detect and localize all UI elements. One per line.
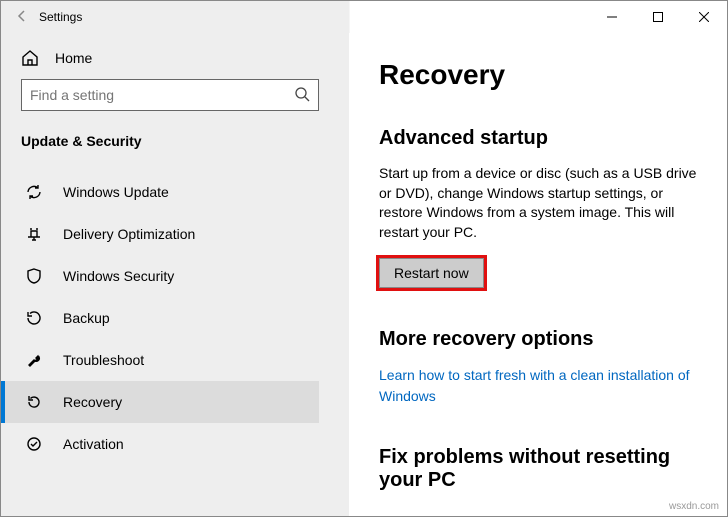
- sidebar-item-label: Windows Update: [63, 184, 169, 200]
- watermark: wsxdn.com: [669, 501, 719, 512]
- backup-icon: [25, 309, 43, 327]
- section-advanced-startup: Advanced startup Start up from a device …: [379, 127, 699, 288]
- sidebar-item-backup[interactable]: Backup: [1, 297, 319, 339]
- page-title: Recovery: [379, 59, 699, 91]
- section-heading: More recovery options: [379, 328, 699, 351]
- search-input[interactable]: [30, 87, 294, 103]
- sync-icon: [25, 183, 43, 201]
- delivery-icon: [25, 225, 43, 243]
- search-box[interactable]: [21, 79, 319, 111]
- sidebar-item-troubleshoot[interactable]: Troubleshoot: [1, 339, 319, 381]
- sidebar-item-label: Windows Security: [63, 268, 174, 284]
- wrench-icon: [25, 351, 43, 369]
- sidebar: Home Update & Security Windows Update: [1, 33, 349, 516]
- sidebar-item-windows-security[interactable]: Windows Security: [1, 255, 319, 297]
- section-body: Start up from a device or disc (such as …: [379, 164, 699, 242]
- sidebar-item-label: Backup: [63, 310, 110, 326]
- category-title: Update & Security: [21, 133, 319, 149]
- sidebar-item-label: Activation: [63, 436, 124, 452]
- sidebar-item-recovery[interactable]: Recovery: [1, 381, 319, 423]
- titlebar: Settings: [1, 1, 727, 33]
- close-button[interactable]: [681, 1, 727, 33]
- sidebar-item-label: Troubleshoot: [63, 352, 144, 368]
- section-more-recovery-options: More recovery options Learn how to start…: [379, 328, 699, 406]
- sidebar-item-label: Delivery Optimization: [63, 226, 195, 242]
- home-icon: [21, 49, 39, 67]
- content-pane: Recovery Advanced startup Start up from …: [349, 33, 727, 516]
- back-icon[interactable]: [15, 9, 29, 26]
- sidebar-item-windows-update[interactable]: Windows Update: [1, 171, 319, 213]
- sidebar-item-label: Recovery: [63, 394, 122, 410]
- section-fix-problems: Fix problems without resetting your PC: [379, 446, 699, 492]
- section-heading: Advanced startup: [379, 127, 699, 150]
- search-icon: [294, 86, 310, 105]
- start-fresh-link[interactable]: Learn how to start fresh with a clean in…: [379, 365, 699, 406]
- shield-icon: [25, 267, 43, 285]
- window-title: Settings: [39, 10, 82, 24]
- home-label: Home: [55, 50, 92, 66]
- maximize-button[interactable]: [635, 1, 681, 33]
- window-controls: [589, 1, 727, 33]
- home-nav[interactable]: Home: [21, 41, 319, 79]
- section-heading: Fix problems without resetting your PC: [379, 446, 699, 492]
- recovery-icon: [25, 393, 43, 411]
- sidebar-item-delivery-optimization[interactable]: Delivery Optimization: [1, 213, 319, 255]
- sidebar-item-activation[interactable]: Activation: [1, 423, 319, 465]
- minimize-button[interactable]: [589, 1, 635, 33]
- activation-icon: [25, 435, 43, 453]
- restart-now-button[interactable]: Restart now: [379, 258, 484, 288]
